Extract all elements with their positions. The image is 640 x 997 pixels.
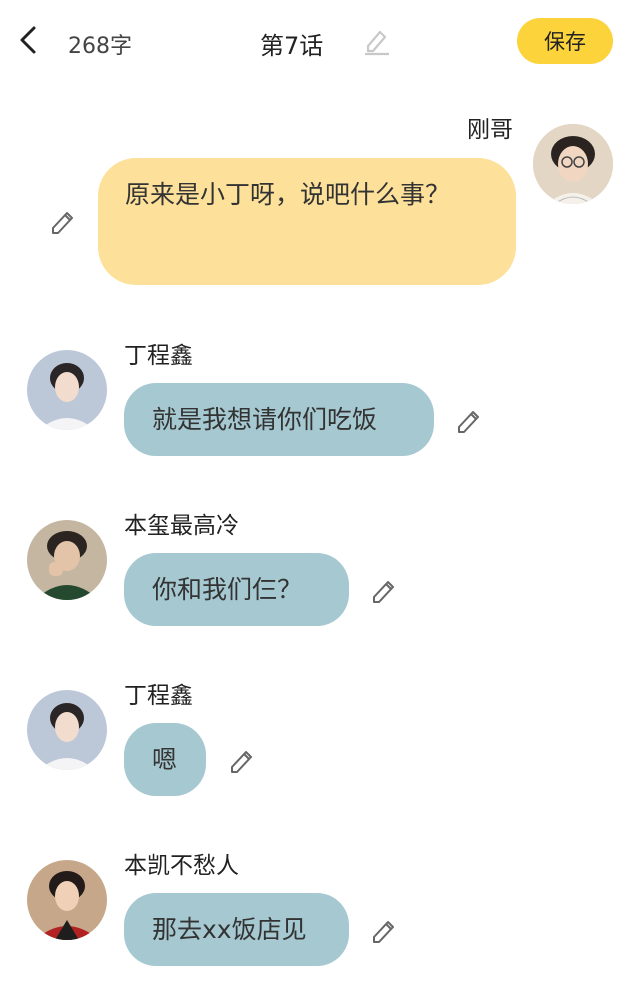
message-bubble[interactable]: 那去xx饭店见 xyxy=(124,893,349,966)
avatar-portrait-icon xyxy=(27,690,107,770)
avatar[interactable] xyxy=(533,124,613,204)
pencil-icon[interactable] xyxy=(454,405,484,435)
pencil-icon[interactable] xyxy=(48,206,78,236)
sender-name: 刚哥 xyxy=(467,117,513,143)
message-text: 你和我们仨？ xyxy=(152,574,303,604)
sender-name: 本凯不愁人 xyxy=(124,853,239,879)
top-bar: 268字 第7话 保存 xyxy=(0,0,640,84)
avatar-portrait-icon xyxy=(533,124,613,204)
sender-name: 丁程鑫 xyxy=(124,683,193,709)
pencil-icon[interactable] xyxy=(369,915,399,945)
message-text: 原来是小丁呀，说吧什么事？ xyxy=(125,180,451,209)
save-button[interactable]: 保存 xyxy=(517,18,613,64)
message-text: 就是我想请你们吃饭 xyxy=(152,404,378,434)
avatar-portrait-icon xyxy=(27,520,107,600)
avatar-portrait-icon xyxy=(27,860,107,940)
message-bubble[interactable]: 你和我们仨？ xyxy=(124,553,349,626)
sender-name: 丁程鑫 xyxy=(124,343,193,369)
message-text: 那去xx饭店见 xyxy=(152,914,307,944)
chat-editor-screen: 268字 第7话 保存 刚哥 原来是小丁呀，说吧什么事？ 丁程鑫 就是我想请你们… xyxy=(0,0,640,997)
message-text: 嗯 xyxy=(152,744,178,774)
word-count: 268字 xyxy=(68,34,132,59)
message-bubble[interactable]: 嗯 xyxy=(124,723,206,796)
pencil-icon[interactable] xyxy=(360,24,392,56)
pencil-icon[interactable] xyxy=(369,575,399,605)
back-arrow-icon[interactable] xyxy=(12,22,44,58)
avatar[interactable] xyxy=(27,860,107,940)
chapter-title: 第7话 xyxy=(260,32,324,60)
pencil-icon[interactable] xyxy=(227,745,257,775)
message-bubble[interactable]: 原来是小丁呀，说吧什么事？ xyxy=(98,158,516,285)
avatar-portrait-icon xyxy=(27,350,107,430)
sender-name: 本玺最高冷 xyxy=(124,513,239,539)
avatar[interactable] xyxy=(27,350,107,430)
avatar[interactable] xyxy=(27,690,107,770)
avatar[interactable] xyxy=(27,520,107,600)
message-bubble[interactable]: 就是我想请你们吃饭 xyxy=(124,383,434,456)
